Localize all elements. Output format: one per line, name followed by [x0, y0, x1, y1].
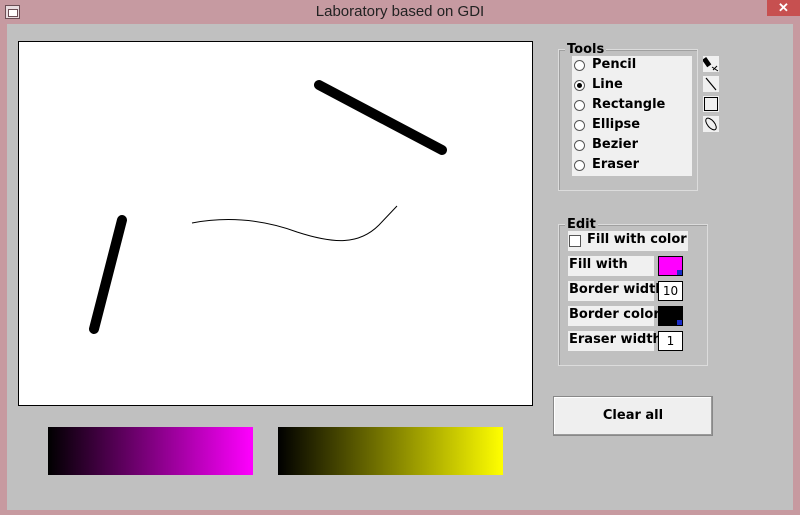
radio-label: Eraser [592, 157, 640, 172]
radio-button[interactable] [574, 100, 585, 111]
fill-with-color-label: Fill with color [587, 232, 687, 247]
radio-rectangle[interactable]: Rectangle [572, 96, 692, 116]
rectangle-icon[interactable] [703, 96, 719, 112]
tools-title: Tools [565, 42, 607, 57]
radio-ellipse[interactable]: Ellipse [572, 116, 692, 136]
drawing-canvas[interactable] [18, 41, 533, 406]
radio-button[interactable] [574, 140, 585, 151]
radio-label: Line [592, 77, 623, 92]
border-color-swatch[interactable] [658, 306, 683, 326]
window-title: Laboratory based on GDI [315, 3, 485, 20]
fill-with-color-checkbox[interactable] [569, 235, 581, 247]
yellow-gradient-bar [278, 427, 503, 475]
radio-eraser[interactable]: Eraser [572, 156, 692, 176]
border-color-label: Border color [569, 307, 660, 322]
clear-all-button[interactable]: Clear all [553, 396, 713, 436]
pencil-icon[interactable] [702, 56, 719, 72]
edit-title: Edit [565, 217, 598, 232]
radio-button[interactable] [574, 60, 585, 71]
border-color-row: Border color [568, 306, 660, 326]
radio-pencil[interactable]: Pencil [572, 56, 692, 76]
radio-button[interactable] [574, 120, 585, 131]
border-width-field[interactable]: 10 [658, 281, 683, 301]
eraser-width-label: Eraser width [569, 332, 662, 347]
magenta-gradient-bar [48, 427, 253, 475]
radio-button[interactable] [574, 160, 585, 171]
line-icon[interactable] [703, 76, 719, 92]
tools-radio-panel: Pencil Line Rectangle Ellipse Bezier Era… [572, 56, 692, 176]
fill-with-row: Fill with [568, 256, 654, 276]
radio-label: Bezier [592, 137, 638, 152]
radio-bezier[interactable]: Bezier [572, 136, 692, 156]
radio-button[interactable] [574, 80, 585, 91]
title-bar: Laboratory based on GDI ✕ [0, 0, 800, 24]
border-width-label: Border width [569, 282, 665, 297]
radio-line[interactable]: Line [572, 76, 692, 96]
canvas-drawing [89, 80, 447, 334]
radio-label: Pencil [592, 57, 637, 72]
fill-with-label: Fill with [569, 257, 628, 272]
fill-with-color-checkbox-row[interactable]: Fill with color [568, 231, 688, 251]
close-button[interactable]: ✕ [767, 0, 800, 16]
radio-label: Ellipse [592, 117, 641, 132]
ellipse-icon[interactable] [703, 116, 719, 132]
border-width-row: Border width [568, 281, 665, 301]
fill-color-swatch[interactable] [658, 256, 683, 276]
eraser-width-row: Eraser width [568, 331, 662, 351]
radio-label: Rectangle [592, 97, 666, 112]
thick-line-top [314, 80, 447, 155]
bezier-curve [191, 205, 398, 241]
eraser-width-field[interactable]: 1 [658, 331, 683, 351]
thick-line-left [89, 215, 127, 334]
